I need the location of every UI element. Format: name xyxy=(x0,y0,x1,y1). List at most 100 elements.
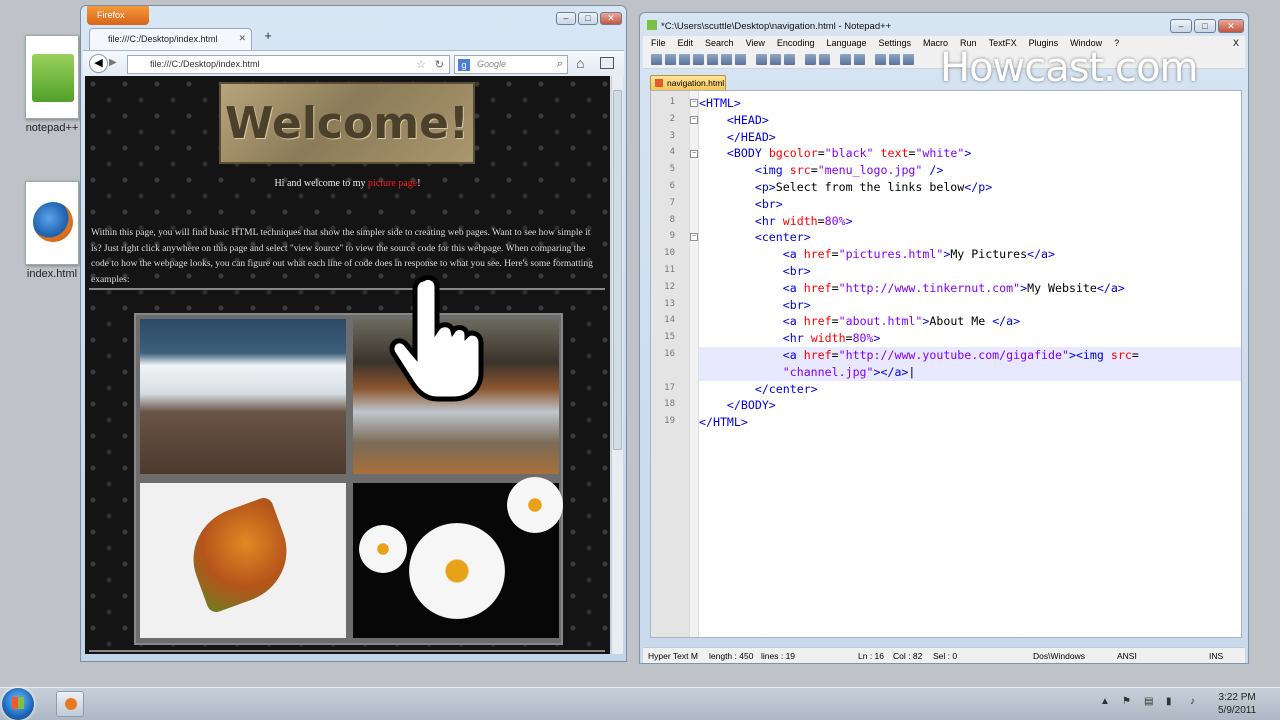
print-icon[interactable] xyxy=(735,54,746,65)
fold-marker-icon[interactable]: − xyxy=(690,99,698,107)
save-all-icon[interactable] xyxy=(693,54,704,65)
firefox-window: Firefox – □ ✕ file:///C:/Desktop/index.h… xyxy=(80,5,627,662)
close-all-icon[interactable] xyxy=(721,54,732,65)
line-number: 14 xyxy=(664,315,675,326)
open-file-icon[interactable] xyxy=(665,54,676,65)
menu-language[interactable]: Language xyxy=(826,36,866,51)
menu-settings[interactable]: Settings xyxy=(879,36,912,51)
status-file-type: Hyper Text M xyxy=(648,651,698,661)
photo-grid xyxy=(134,313,563,645)
code-editor[interactable]: 1 2 3 4 5 6 7 8 9 10 11 12 13 14 15 16 17 18 19 − − − − <H… xyxy=(650,90,1242,638)
search-box[interactable]: g Google ⌕ xyxy=(454,55,568,74)
line-number: 19 xyxy=(664,416,675,427)
line-number: 16 xyxy=(664,349,675,359)
search-placeholder: Google xyxy=(477,59,507,69)
zoom-in-icon[interactable] xyxy=(875,54,886,65)
vertical-scrollbar[interactable] xyxy=(611,76,623,654)
welcome-logo-image: Welcome! xyxy=(219,82,475,164)
greeting-text: Hi and welcome to my picture page! xyxy=(85,178,610,189)
line-number: 13 xyxy=(664,298,675,309)
picture-page-link[interactable]: picture page xyxy=(368,178,417,189)
autumn-leaf-photo xyxy=(140,483,346,638)
copy-icon[interactable] xyxy=(770,54,781,65)
zoom-out-icon[interactable] xyxy=(889,54,900,65)
desktop-icon-index-html[interactable]: index.html xyxy=(17,181,87,280)
close-tab-icon[interactable]: ✕ xyxy=(238,33,246,44)
line-number: 10 xyxy=(664,248,675,259)
paste-icon[interactable] xyxy=(784,54,795,65)
line-number: 12 xyxy=(664,281,675,292)
menu-file[interactable]: File xyxy=(651,36,666,51)
line-number: 4 xyxy=(669,147,675,158)
url-bar[interactable]: file:///C:/Desktop/index.html ☆ ↻ xyxy=(127,55,450,74)
menu-search[interactable]: Search xyxy=(705,36,734,51)
desktop-icon-notepad[interactable]: notepad++ xyxy=(17,35,87,134)
redo-icon[interactable] xyxy=(819,54,830,65)
save-icon[interactable] xyxy=(679,54,690,65)
bookmark-star-icon[interactable]: ☆ xyxy=(416,58,426,71)
start-button[interactable] xyxy=(2,688,34,720)
document-tab[interactable]: navigation.html xyxy=(650,75,726,90)
menu-view[interactable]: View xyxy=(746,36,765,51)
tab-title: file:///C:/Desktop/index.html xyxy=(108,34,218,44)
greeting-before: Hi and welcome to my xyxy=(274,178,369,189)
intro-paragraph: Within this page, you will find basic HT… xyxy=(91,228,593,285)
browser-tab[interactable]: file:///C:/Desktop/index.html ✕ xyxy=(89,28,252,50)
scrollbar-thumb[interactable] xyxy=(613,90,622,450)
fold-margin xyxy=(689,91,699,637)
howcast-watermark: Howcast.com xyxy=(940,45,1198,91)
network-icon[interactable]: ▤ xyxy=(1144,696,1153,707)
reload-icon[interactable]: ↻ xyxy=(435,58,444,71)
fold-marker-icon[interactable]: − xyxy=(690,150,698,158)
close-button[interactable]: ✕ xyxy=(600,12,622,25)
close-document-icon[interactable]: X xyxy=(1233,36,1239,51)
fold-marker-icon[interactable]: − xyxy=(690,116,698,124)
replace-icon[interactable] xyxy=(854,54,865,65)
daffodil-flowers-photo xyxy=(353,477,563,638)
toolbar-menu-icon[interactable] xyxy=(600,57,614,69)
maximize-button[interactable]: □ xyxy=(1194,19,1216,33)
line-number: 5 xyxy=(669,164,675,175)
line-number: 18 xyxy=(664,399,675,410)
window-title-text: *C:\Users\scuttle\Desktop\navigation.htm… xyxy=(661,21,892,32)
forward-button[interactable]: ▶ xyxy=(109,57,117,68)
sync-scroll-icon[interactable] xyxy=(903,54,914,65)
minimize-button[interactable]: – xyxy=(556,12,576,25)
new-file-icon[interactable] xyxy=(651,54,662,65)
web-page-content: Welcome! Hi and welcome to my picture pa… xyxy=(85,76,610,654)
clock-date: 5/9/2011 xyxy=(1218,705,1257,716)
volume-icon[interactable]: ♪ xyxy=(1190,696,1195,707)
line-number: 6 xyxy=(669,181,675,191)
back-button[interactable]: ◀ xyxy=(89,54,108,73)
line-number: 7 xyxy=(669,197,675,208)
navigation-toolbar: ◀ ▶ file:///C:/Desktop/index.html ☆ ↻ g … xyxy=(83,50,624,77)
system-clock[interactable]: 3:22 PM 5/9/2011 xyxy=(1218,691,1256,717)
menu-encoding[interactable]: Encoding xyxy=(777,36,815,51)
find-icon[interactable] xyxy=(840,54,851,65)
new-tab-button[interactable]: + xyxy=(257,28,279,48)
line-number: 1 xyxy=(669,97,675,107)
line-number: 9 xyxy=(669,231,675,242)
maximize-button[interactable]: □ xyxy=(578,12,598,25)
close-button[interactable]: ✕ xyxy=(1218,19,1244,33)
waves-on-rocks-photo xyxy=(140,319,346,474)
firefox-menu-button[interactable]: Firefox xyxy=(87,6,149,25)
window-title: *C:\Users\scuttle\Desktop\navigation.htm… xyxy=(647,20,891,32)
minimize-button[interactable]: – xyxy=(1170,19,1192,33)
home-icon[interactable]: ⌂ xyxy=(576,55,584,71)
fold-marker-icon[interactable]: − xyxy=(690,233,698,241)
cut-icon[interactable] xyxy=(756,54,767,65)
signal-icon[interactable]: ▮ xyxy=(1166,696,1172,707)
search-icon[interactable]: ⌕ xyxy=(557,58,563,71)
google-icon: g xyxy=(458,59,470,71)
line-number: 15 xyxy=(664,332,675,343)
menu-edit[interactable]: Edit xyxy=(678,36,694,51)
notepad-plus-plus-window: *C:\Users\scuttle\Desktop\navigation.htm… xyxy=(639,12,1249,664)
show-hidden-icons[interactable]: ▲ xyxy=(1100,696,1110,707)
source-code[interactable]: <HTML> <HEAD> </HEAD> <BODY bgcolor="bla… xyxy=(699,95,1139,431)
desktop-icon-label: notepad++ xyxy=(25,122,79,134)
undo-icon[interactable] xyxy=(805,54,816,65)
taskbar-media-app-icon[interactable] xyxy=(56,691,84,717)
action-center-icon[interactable]: ⚑ xyxy=(1122,696,1131,707)
close-icon[interactable] xyxy=(707,54,718,65)
